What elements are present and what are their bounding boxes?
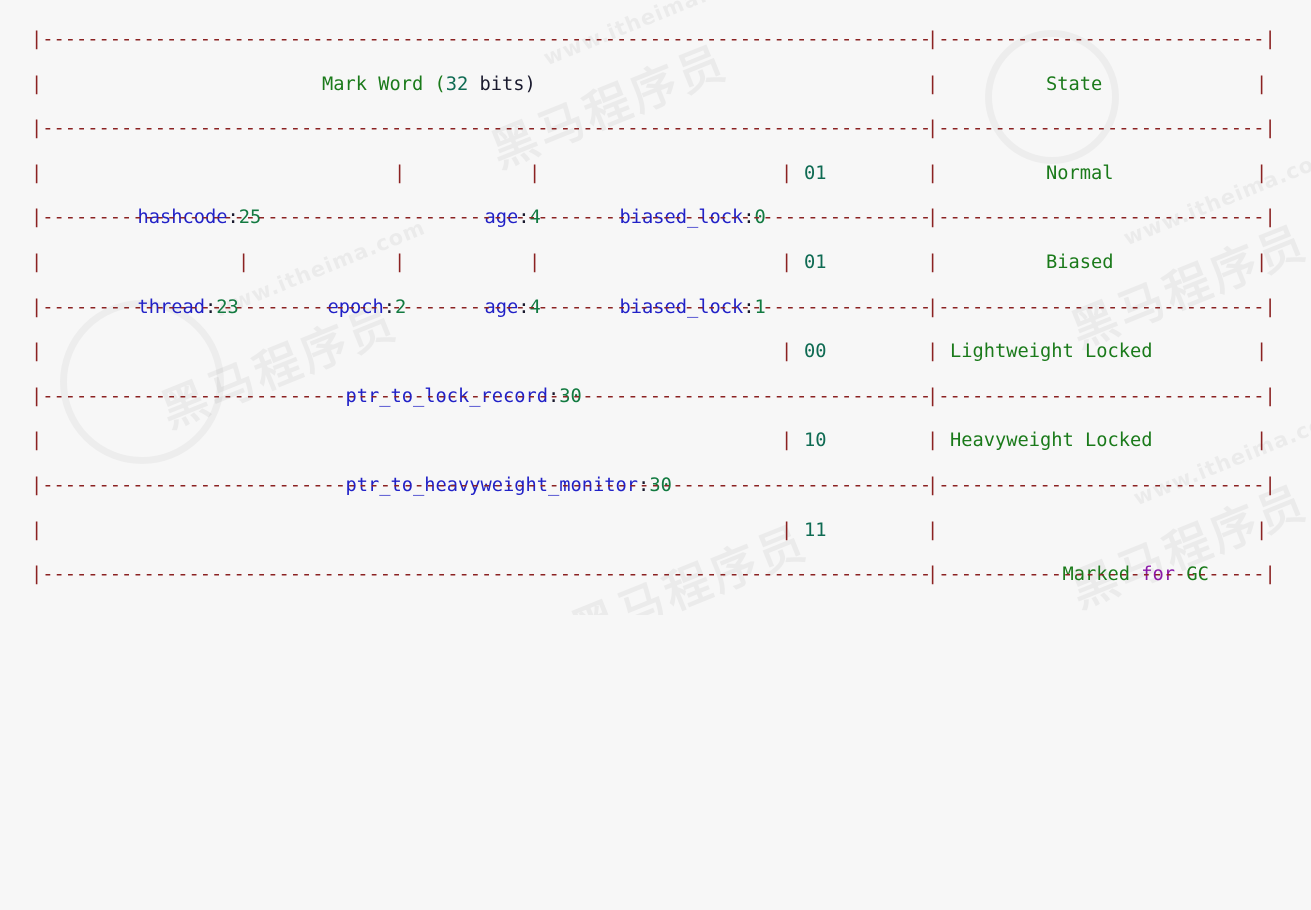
border-pipe-right: | xyxy=(1256,252,1268,273)
border-pipe-left: | xyxy=(31,162,43,184)
border-pipe-right: | xyxy=(1256,430,1268,452)
mark-word-column-header: Mark Word (32 bits) xyxy=(322,63,536,108)
separator-left-segment: |---------------------------------------… xyxy=(31,475,932,496)
tag-bits: 01 xyxy=(804,252,827,273)
field-divider: | xyxy=(781,341,793,363)
separator-right-segment: |-----------------------------| xyxy=(927,564,1276,586)
state-label: Heavyweight Locked xyxy=(950,430,1153,452)
separator-right-segment: |-----------------------------| xyxy=(927,385,1276,407)
table-separator: |---------------------------------------… xyxy=(0,553,1311,598)
field-divider: | xyxy=(781,430,793,452)
mark-word-header-bitcount: 32 xyxy=(445,73,469,95)
field-divider: | xyxy=(781,252,793,273)
separator-left-segment: |---------------------------------------… xyxy=(31,118,932,140)
mark-word-header-paren: ( xyxy=(434,73,446,95)
mark-word-header-unit: bits) xyxy=(468,73,536,95)
field-divider: | xyxy=(394,162,406,184)
table-header-row: | Mark Word (32 bits) | State | xyxy=(0,63,1311,108)
table-separator: |---------------------------------------… xyxy=(0,196,1311,241)
table-separator: |---------------------------------------… xyxy=(0,375,1311,420)
field-divider: | xyxy=(529,162,541,184)
table-separator: |---------------------------------------… xyxy=(0,18,1311,63)
table-separator: |---------------------------------------… xyxy=(0,107,1311,152)
border-pipe-mid: | xyxy=(927,162,939,184)
border-pipe-mid: | xyxy=(927,341,939,363)
border-pipe-mid: | xyxy=(927,519,939,541)
table-row-marked-for-gc: | | 11 | Marked for GC | xyxy=(0,509,1311,586)
separator-left-segment: |---------------------------------------… xyxy=(31,296,932,318)
tag-bits: 11 xyxy=(804,519,827,541)
border-pipe-left: | xyxy=(31,430,43,452)
table-separator: |---------------------------------------… xyxy=(0,286,1311,331)
state-column-header: State xyxy=(1046,73,1103,95)
field-divider: | xyxy=(781,162,793,184)
table-row-biased: | thread:23 | epoch:2 | age:4 | biased_l… xyxy=(0,241,1311,318)
tag-bits: 00 xyxy=(804,341,827,363)
border-pipe-mid: | xyxy=(927,430,939,452)
border-pipe-left: | xyxy=(31,73,43,95)
border-pipe-mid: | xyxy=(927,73,939,95)
border-pipe-right: | xyxy=(1256,341,1268,363)
border-pipe-left: | xyxy=(31,341,43,363)
border-pipe-right: | xyxy=(1256,162,1268,184)
separator-right-segment: |-----------------------------| xyxy=(927,29,1276,50)
border-pipe-left: | xyxy=(31,252,43,273)
field-divider: | xyxy=(394,252,406,273)
tag-bits: 10 xyxy=(804,430,827,452)
field-divider: | xyxy=(781,519,793,541)
state-label: Biased xyxy=(1046,252,1114,273)
separator-right-segment: |-----------------------------| xyxy=(927,475,1276,496)
mark-word-header-words: Mark Word xyxy=(322,73,435,95)
separator-left-segment: |---------------------------------------… xyxy=(31,29,932,50)
separator-right-segment: |-----------------------------| xyxy=(927,207,1276,229)
field-divider: | xyxy=(529,252,541,273)
border-pipe-right: | xyxy=(1256,73,1268,95)
field-divider: | xyxy=(238,252,250,273)
table-row-heavyweight-locked: | ptr_to_heavyweight_monitor:30 | 10 | H… xyxy=(0,419,1311,496)
separator-left-segment: |---------------------------------------… xyxy=(31,385,932,407)
state-label: Normal xyxy=(1046,162,1114,184)
table-separator: |---------------------------------------… xyxy=(0,464,1311,509)
separator-left-segment: |---------------------------------------… xyxy=(31,564,932,586)
state-label: Lightweight Locked xyxy=(950,341,1153,363)
border-pipe-right: | xyxy=(1256,519,1268,541)
border-pipe-mid: | xyxy=(927,252,939,273)
tag-bits: 01 xyxy=(804,162,827,184)
separator-left-segment: |---------------------------------------… xyxy=(31,207,932,229)
mark-word-layout-diagram: |---------------------------------------… xyxy=(0,0,1311,615)
border-pipe-left: | xyxy=(31,519,43,541)
separator-right-segment: |-----------------------------| xyxy=(927,296,1276,318)
table-row-lightweight-locked: | ptr_to_lock_record:30 | 00 | Lightweig… xyxy=(0,330,1311,407)
separator-right-segment: |-----------------------------| xyxy=(927,118,1276,140)
table-row-normal: | hashcode:25 | age:4 | biased_lock:0 | … xyxy=(0,152,1311,229)
